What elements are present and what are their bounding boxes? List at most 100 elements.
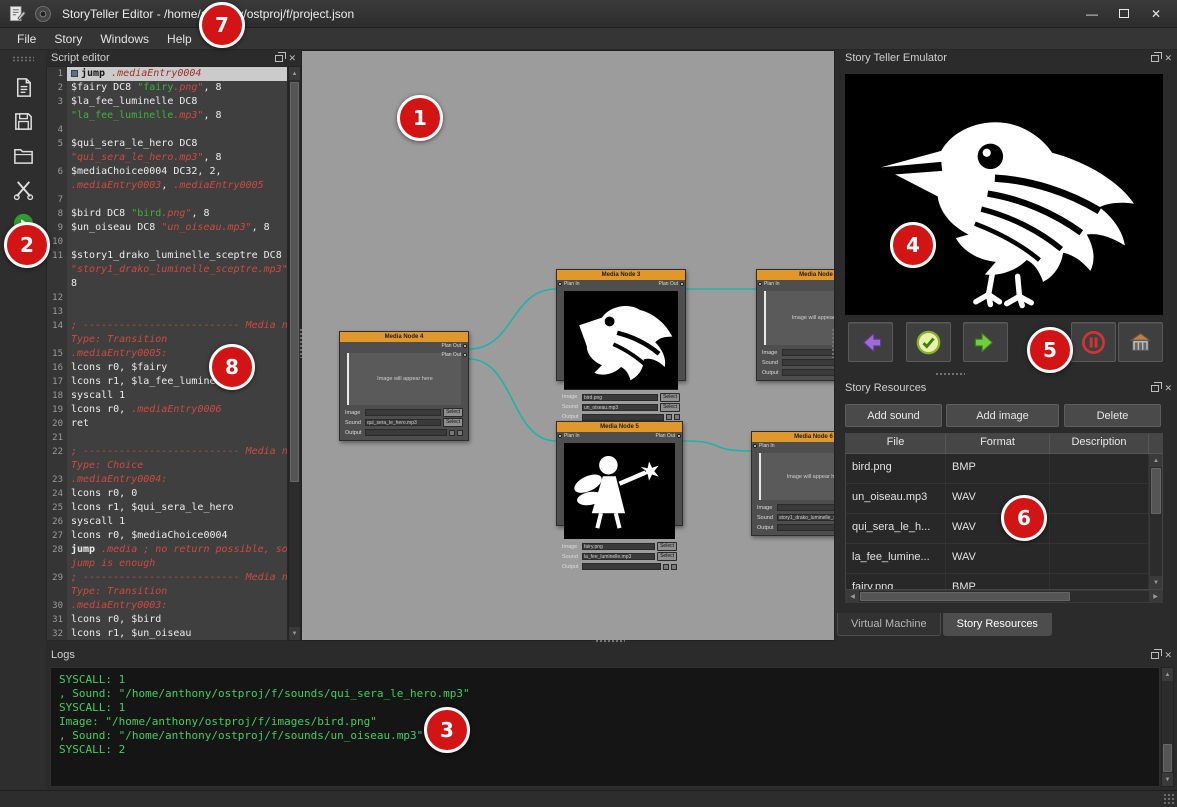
output-port[interactable]: Plan Out [442, 343, 467, 349]
input-port[interactable]: Plan In [758, 281, 780, 287]
scrollbar-thumb[interactable] [290, 82, 299, 482]
code-line[interactable]: 26syscall 1 [47, 515, 287, 529]
code-line[interactable]: 18syscall 1 [47, 389, 287, 403]
table-row[interactable]: un_oiseau.mp3WAV [846, 484, 1149, 514]
float-icon[interactable] [275, 55, 283, 62]
output-port[interactable]: Plan Out [656, 433, 681, 439]
code-line[interactable]: 6$mediaChoice0004 DC32, 2, [47, 165, 287, 179]
node-select-button[interactable]: Select [443, 418, 463, 427]
code-line[interactable]: 22; -------------------------- Media nod… [47, 445, 287, 459]
save-button[interactable] [8, 107, 38, 135]
node-output-button[interactable] [674, 414, 680, 420]
node-select-button[interactable]: Select [660, 393, 680, 402]
close-icon[interactable]: ✕ [1164, 54, 1172, 63]
emulator-validate-button[interactable] [906, 322, 951, 362]
code-line[interactable]: 20ret [47, 417, 287, 431]
code-line[interactable]: 27lcons r0, $mediaChoice0004 [47, 529, 287, 543]
code-line[interactable]: 19lcons r0, .mediaEntry0006 [47, 403, 287, 417]
logs-scrollbar[interactable]: ▲ ▼ [1161, 667, 1174, 787]
emulator-back-button[interactable] [848, 322, 893, 362]
maximize-button[interactable] [1111, 4, 1137, 24]
minimize-button[interactable]: — [1079, 4, 1105, 24]
scrollbar-thumb[interactable] [1163, 744, 1172, 772]
node-select-button[interactable]: Select [443, 408, 463, 417]
scroll-right-icon[interactable]: ▶ [1149, 591, 1162, 602]
node-title[interactable]: Media Node 2 [757, 270, 835, 280]
code-line[interactable]: 23.mediaEntry0004: [47, 473, 287, 487]
add-image-button[interactable]: Add image [946, 404, 1059, 427]
node-output-button[interactable] [666, 414, 672, 420]
table-row[interactable]: qui_sera_le_h...WAV [846, 514, 1149, 544]
tab-virtual-machine[interactable]: Virtual Machine [837, 613, 941, 636]
node-output-button[interactable] [663, 564, 669, 570]
float-icon[interactable] [1151, 55, 1159, 62]
emulator-pause-button[interactable] [1071, 322, 1116, 362]
scroll-down-icon[interactable]: ▼ [289, 627, 300, 640]
scroll-up-icon[interactable]: ▲ [1162, 668, 1173, 681]
code-line[interactable]: 8 [47, 277, 287, 291]
code-line[interactable]: 2$fairy DC8 "fairy.png", 8 [47, 81, 287, 95]
table-header[interactable]: FileFormatDescription [846, 434, 1162, 454]
output-port[interactable]: Plan Out [659, 281, 684, 287]
code-line[interactable]: 5$qui_sera_le_hero DC8 [47, 137, 287, 151]
tab-story-resources[interactable]: Story Resources [943, 613, 1052, 636]
close-icon[interactable]: ✕ [288, 54, 296, 63]
code-line[interactable]: 13 [47, 305, 287, 319]
code-line[interactable]: 24lcons r0, 0 [47, 487, 287, 501]
close-button[interactable]: ✕ [1143, 4, 1169, 24]
code-line[interactable]: 8$bird DC8 "bird.png", 8 [47, 207, 287, 221]
new-script-button[interactable] [8, 73, 38, 101]
media-node[interactable]: Media Node 3Plan InPlan OutImagebird.png… [556, 269, 686, 381]
table-row[interactable]: bird.pngBMP [846, 454, 1149, 484]
code-line[interactable]: 25lcons r1, $qui_sera_le_hero [47, 501, 287, 515]
code-line[interactable]: 14; -------------------------- Media nod… [47, 319, 287, 333]
node-select-button[interactable]: Select [657, 552, 677, 561]
table-row[interactable]: fairy.pngBMP [846, 574, 1149, 589]
node-title[interactable]: Media Node 3 [557, 270, 685, 280]
code-line[interactable]: "story1_drako_luminelle_sceptre.mp3", [47, 263, 287, 277]
code-line[interactable]: 1jump .mediaEntry0004 [47, 67, 287, 81]
input-port[interactable]: Plan In [558, 433, 580, 439]
scroll-down-icon[interactable]: ▼ [1162, 773, 1173, 786]
menu-windows[interactable]: Windows [91, 30, 158, 48]
scroll-up-icon[interactable]: ▲ [1150, 454, 1162, 467]
node-output-button[interactable] [671, 564, 677, 570]
scroll-up-icon[interactable]: ▲ [289, 67, 300, 80]
node-select-button[interactable]: Select [657, 542, 677, 551]
splitter-handle[interactable] [595, 639, 625, 644]
node-title[interactable]: Media Node 6 [752, 432, 835, 442]
emulator-forward-button[interactable] [963, 322, 1008, 362]
code-line[interactable]: 28jump .media ; no return possible, so a [47, 543, 287, 557]
code-line[interactable]: "qui_sera_le_hero.mp3", 8 [47, 151, 287, 165]
scroll-left-icon[interactable]: ◀ [846, 591, 859, 602]
splitter-handle[interactable] [831, 328, 836, 358]
node-output-button[interactable] [457, 430, 463, 436]
media-node[interactable]: Media Node 2Plan InImage will appear her… [756, 269, 835, 381]
input-port[interactable]: Plan In [558, 281, 580, 287]
menu-file[interactable]: File [8, 30, 45, 48]
table-horizontal-scrollbar[interactable]: ◀ ▶ [845, 590, 1163, 603]
code-line[interactable]: .mediaEntry0003, .mediaEntry0005 [47, 179, 287, 193]
scrollbar-thumb[interactable] [1151, 468, 1161, 514]
column-header-description[interactable]: Description [1050, 434, 1149, 453]
column-header-file[interactable]: File [846, 434, 946, 453]
scissors-button[interactable] [8, 175, 38, 203]
column-header-format[interactable]: Format [946, 434, 1050, 453]
code-line[interactable]: 12 [47, 291, 287, 305]
code-line[interactable]: 7 [47, 193, 287, 207]
node-title[interactable]: Media Node 5 [557, 422, 682, 432]
resize-grip[interactable] [1163, 793, 1175, 805]
script-code[interactable]: 1jump .mediaEntry00042$fairy DC8 "fairy.… [46, 66, 288, 641]
emulator-home-button[interactable] [1118, 322, 1163, 362]
code-line[interactable]: 3$la_fee_luminelle DC8 [47, 95, 287, 109]
code-line[interactable]: 31lcons r0, $bird [47, 613, 287, 627]
code-line[interactable]: 11$story1_drako_luminelle_sceptre DC8 [47, 249, 287, 263]
code-line[interactable]: Type: Transition [47, 585, 287, 599]
code-line[interactable]: 29; -------------------------- Media nod… [47, 571, 287, 585]
code-line[interactable]: 4 [47, 123, 287, 137]
code-line[interactable]: Type: Transition [47, 333, 287, 347]
code-line[interactable]: Type: Choice [47, 459, 287, 473]
media-node[interactable]: Media Node 5Plan InPlan OutImagefairy.pn… [556, 421, 683, 526]
open-button[interactable] [8, 141, 38, 169]
code-line[interactable]: "la_fee_luminelle.mp3", 8 [47, 109, 287, 123]
